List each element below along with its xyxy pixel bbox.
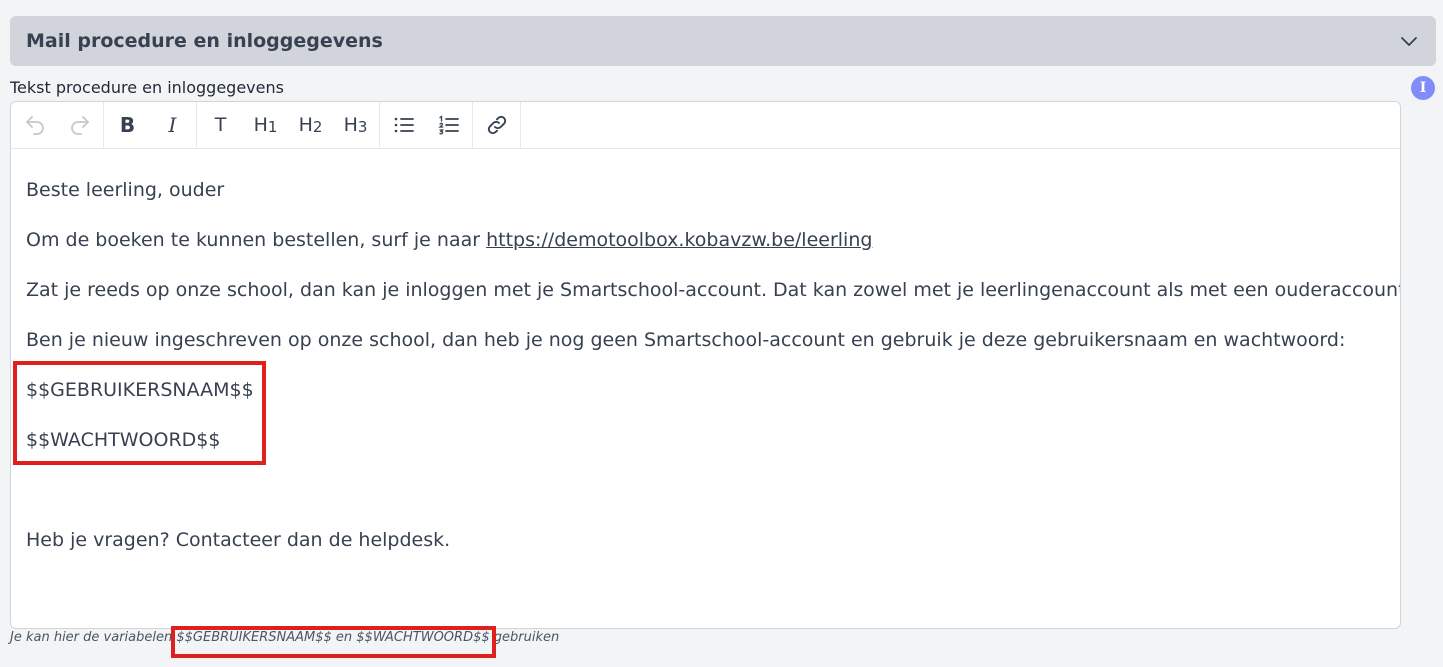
h3-letter: H: [343, 114, 358, 136]
list-group: [380, 102, 473, 148]
redo-button[interactable]: [57, 102, 102, 148]
bold-label: B: [119, 113, 136, 137]
field-label: Tekst procedure en inloggegevens: [10, 78, 284, 97]
helper-prefix: Je kan hier de variabelen: [10, 630, 177, 645]
format-group: B I: [104, 102, 197, 148]
heading-2-button[interactable]: H2: [288, 102, 333, 148]
heading-group: T H1 H2 H3: [197, 102, 380, 148]
username-variable: $$GEBRUIKERSNAAM$$: [26, 379, 254, 401]
text-button[interactable]: T: [198, 102, 243, 148]
heading-1-button[interactable]: H1: [243, 102, 288, 148]
info-icon[interactable]: I: [1411, 76, 1435, 100]
heading-3-label: H3: [344, 114, 368, 136]
undo-button[interactable]: [12, 102, 57, 148]
h2-number: 2: [312, 118, 323, 136]
existing-students-paragraph: Zat je reeds op onze school, dan kan je …: [26, 279, 1401, 301]
h1-letter: H: [253, 114, 268, 136]
section-title: Mail procedure en inloggegevens: [26, 30, 383, 52]
questions-paragraph: Heb je vragen? Contacteer dan de helpdes…: [26, 529, 451, 551]
helper-variables: $$GEBRUIKERSNAAM$$ en $$WACHTWOORD$$: [176, 630, 490, 645]
ordered-list-icon: [437, 115, 459, 135]
redo-icon: [70, 116, 89, 135]
heading-2-label: H2: [299, 114, 323, 136]
h1-number: 1: [267, 118, 278, 136]
section-header[interactable]: Mail procedure en inloggegevens: [10, 16, 1436, 66]
chevron-down-icon[interactable]: [1398, 30, 1420, 52]
bold-button[interactable]: B: [105, 102, 150, 148]
editor-toolbar: B I T H1 H2 H3: [11, 102, 1400, 149]
password-variable: $$WACHTWOORD$$: [26, 429, 221, 451]
history-group: [11, 102, 104, 148]
h3-number: 3: [357, 118, 368, 136]
link-group: [473, 102, 521, 148]
bullet-list-icon: [394, 117, 414, 133]
italic-label: I: [168, 113, 177, 137]
order-paragraph: Om de boeken te kunnen bestellen, surf j…: [26, 215, 1385, 265]
h2-letter: H: [298, 114, 313, 136]
new-students-paragraph: Ben je nieuw ingeschreven op onze school…: [26, 329, 1346, 351]
heading-3-button[interactable]: H3: [333, 102, 378, 148]
undo-icon: [25, 116, 44, 135]
rich-text-editor[interactable]: B I T H1 H2 H3 Beste leerling, ouder Om …: [10, 101, 1401, 629]
text-label: T: [214, 114, 227, 136]
bullet-list-button[interactable]: [381, 102, 426, 148]
order-link[interactable]: https://demotoolbox.kobavzw.be/leerling: [486, 229, 872, 251]
empty-paragraph: [26, 465, 1385, 515]
italic-button[interactable]: I: [150, 102, 195, 148]
editor-content[interactable]: Beste leerling, ouder Om de boeken te ku…: [11, 149, 1400, 581]
greeting-paragraph: Beste leerling, ouder: [26, 179, 225, 201]
heading-1-label: H1: [254, 114, 278, 136]
helper-text: Je kan hier de variabelen $$GEBRUIKERSNA…: [10, 630, 559, 645]
link-button[interactable]: [474, 102, 519, 148]
order-text: Om de boeken te kunnen bestellen, surf j…: [26, 229, 487, 251]
helper-suffix: gebruiken: [489, 630, 560, 645]
ordered-list-button[interactable]: [426, 102, 471, 148]
link-icon: [487, 115, 506, 135]
